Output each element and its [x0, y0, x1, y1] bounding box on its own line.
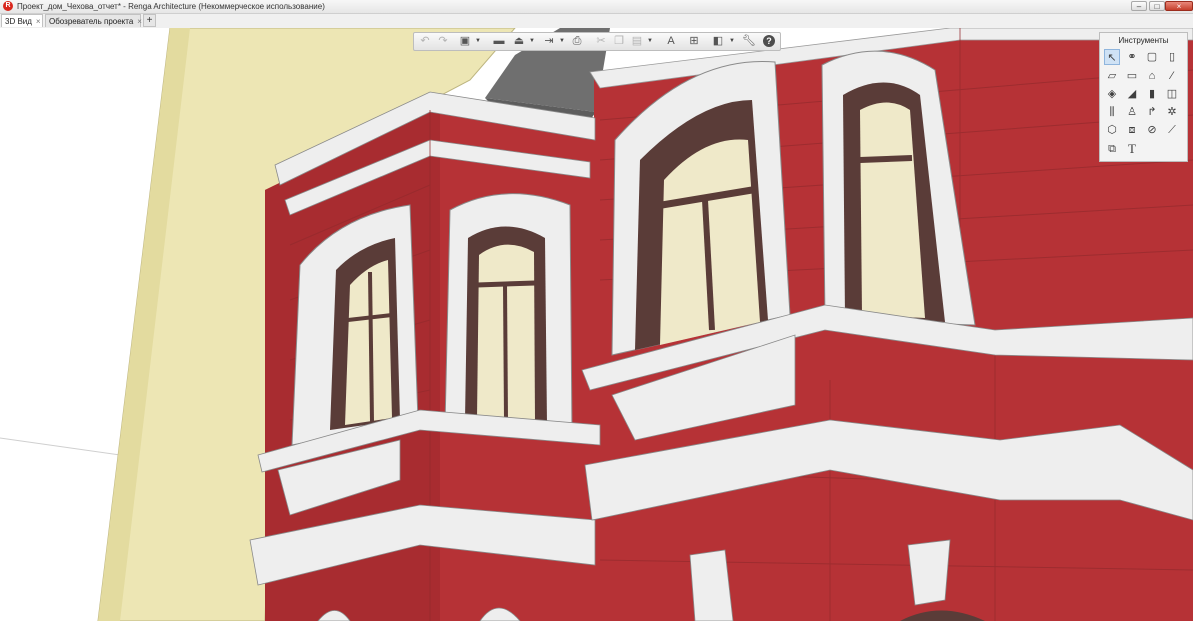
title-bar: R Проект_дом_Чехова_отчет* - Renga Archi…	[0, 0, 1193, 14]
undo-icon[interactable]: ↶	[418, 34, 432, 49]
hole-icon[interactable]: ⧈	[1124, 122, 1140, 138]
pipe-icon[interactable]: ↱	[1144, 104, 1160, 120]
section-icon[interactable]: ▬	[492, 34, 506, 49]
tab-project-explorer[interactable]: Обозреватель проекта ×	[45, 14, 142, 27]
window-title: Проект_дом_Чехова_отчет* - Renga Archite…	[17, 2, 325, 11]
ruler-icon[interactable]: ⟋	[1164, 122, 1180, 138]
export-icon[interactable]: ⇥	[542, 34, 556, 49]
chevron-down-icon[interactable]: ▼	[646, 34, 654, 49]
view-toolbar: ↶ ↷ ▣ ▼ ▬ ⏏ ▼ ⇥ ▼ ⎙ ✂ ❐ ▤ ▼ A ⊞ ◧ ▼ 🔧︎ ?	[413, 32, 781, 51]
text-icon[interactable]: T	[1124, 141, 1140, 157]
tab-label: 3D Вид	[5, 17, 32, 26]
tab-close-icon[interactable]: ×	[36, 17, 41, 26]
redo-icon[interactable]: ↷	[436, 34, 450, 49]
railing-icon[interactable]: ⫼	[1104, 104, 1120, 120]
dimension-icon[interactable]: ⊘	[1144, 122, 1160, 138]
chevron-down-icon[interactable]: ▼	[558, 34, 566, 49]
copy-icon[interactable]: ❐	[612, 34, 626, 49]
chevron-down-icon[interactable]: ▼	[728, 34, 736, 49]
add-tab-button[interactable]: +	[143, 14, 156, 27]
settings-wrench-icon[interactable]: 🔧︎	[742, 34, 756, 49]
view-cube-icon[interactable]: ▣	[458, 34, 472, 49]
level-icon[interactable]: ⏏	[512, 34, 526, 49]
wall-icon[interactable]: ▱	[1104, 68, 1120, 84]
equipment-icon[interactable]: ✲	[1164, 104, 1180, 120]
close-icon[interactable]: ×	[1165, 1, 1193, 11]
floor-slab-icon[interactable]: ▭	[1124, 68, 1140, 84]
plumbing-icon[interactable]: ♙	[1124, 104, 1140, 120]
tab-3d-view[interactable]: 3D Вид ×	[1, 14, 43, 27]
paste-icon[interactable]: ▤	[630, 34, 644, 49]
door-icon[interactable]: ▮	[1144, 86, 1160, 102]
display-mode-icon[interactable]: ◧	[710, 34, 726, 49]
chevron-down-icon[interactable]: ▼	[528, 34, 536, 49]
3d-viewport[interactable]	[0, 28, 1193, 621]
print-icon[interactable]: ⎙	[570, 34, 584, 49]
column-icon[interactable]: ▯	[1164, 49, 1180, 65]
assembly-icon[interactable]: ⧉	[1104, 141, 1120, 157]
select-icon[interactable]: ↖	[1104, 49, 1120, 65]
renga-logo-icon: R	[3, 1, 13, 11]
tab-bar: 3D Вид × Обозреватель проекта × +	[0, 14, 1193, 29]
window-icon[interactable]: ◫	[1164, 86, 1180, 102]
ramp-icon[interactable]: ◢	[1124, 86, 1140, 102]
roof-icon[interactable]: ⌂	[1144, 68, 1160, 84]
opening-icon[interactable]: ⬡	[1104, 122, 1120, 138]
building-facade-render	[0, 28, 1193, 621]
text-style-icon[interactable]: A	[664, 34, 678, 49]
grid-icon[interactable]: ⊞	[686, 34, 702, 49]
link-icon[interactable]: ⚭	[1124, 49, 1140, 65]
beam-icon[interactable]: ⁄	[1164, 68, 1180, 84]
room-icon[interactable]: ▢	[1144, 49, 1160, 65]
minimize-icon[interactable]: –	[1131, 1, 1147, 11]
stairs-icon[interactable]: ◈	[1104, 86, 1120, 102]
tab-label: Обозреватель проекта	[49, 17, 134, 26]
chevron-down-icon[interactable]: ▼	[474, 34, 482, 49]
tab-close-icon[interactable]: ×	[137, 17, 142, 26]
tools-panel: Инструменты ↖ ⚭ ▢ ▯ ▱ ▭ ⌂ ⁄ ◈ ◢ ▮ ◫ ⫼ ♙ …	[1099, 32, 1188, 162]
tools-panel-title: Инструменты	[1118, 36, 1169, 45]
help-icon[interactable]: ?	[762, 34, 776, 49]
cut-icon[interactable]: ✂	[594, 34, 608, 49]
maximize-icon[interactable]: □	[1149, 1, 1165, 11]
